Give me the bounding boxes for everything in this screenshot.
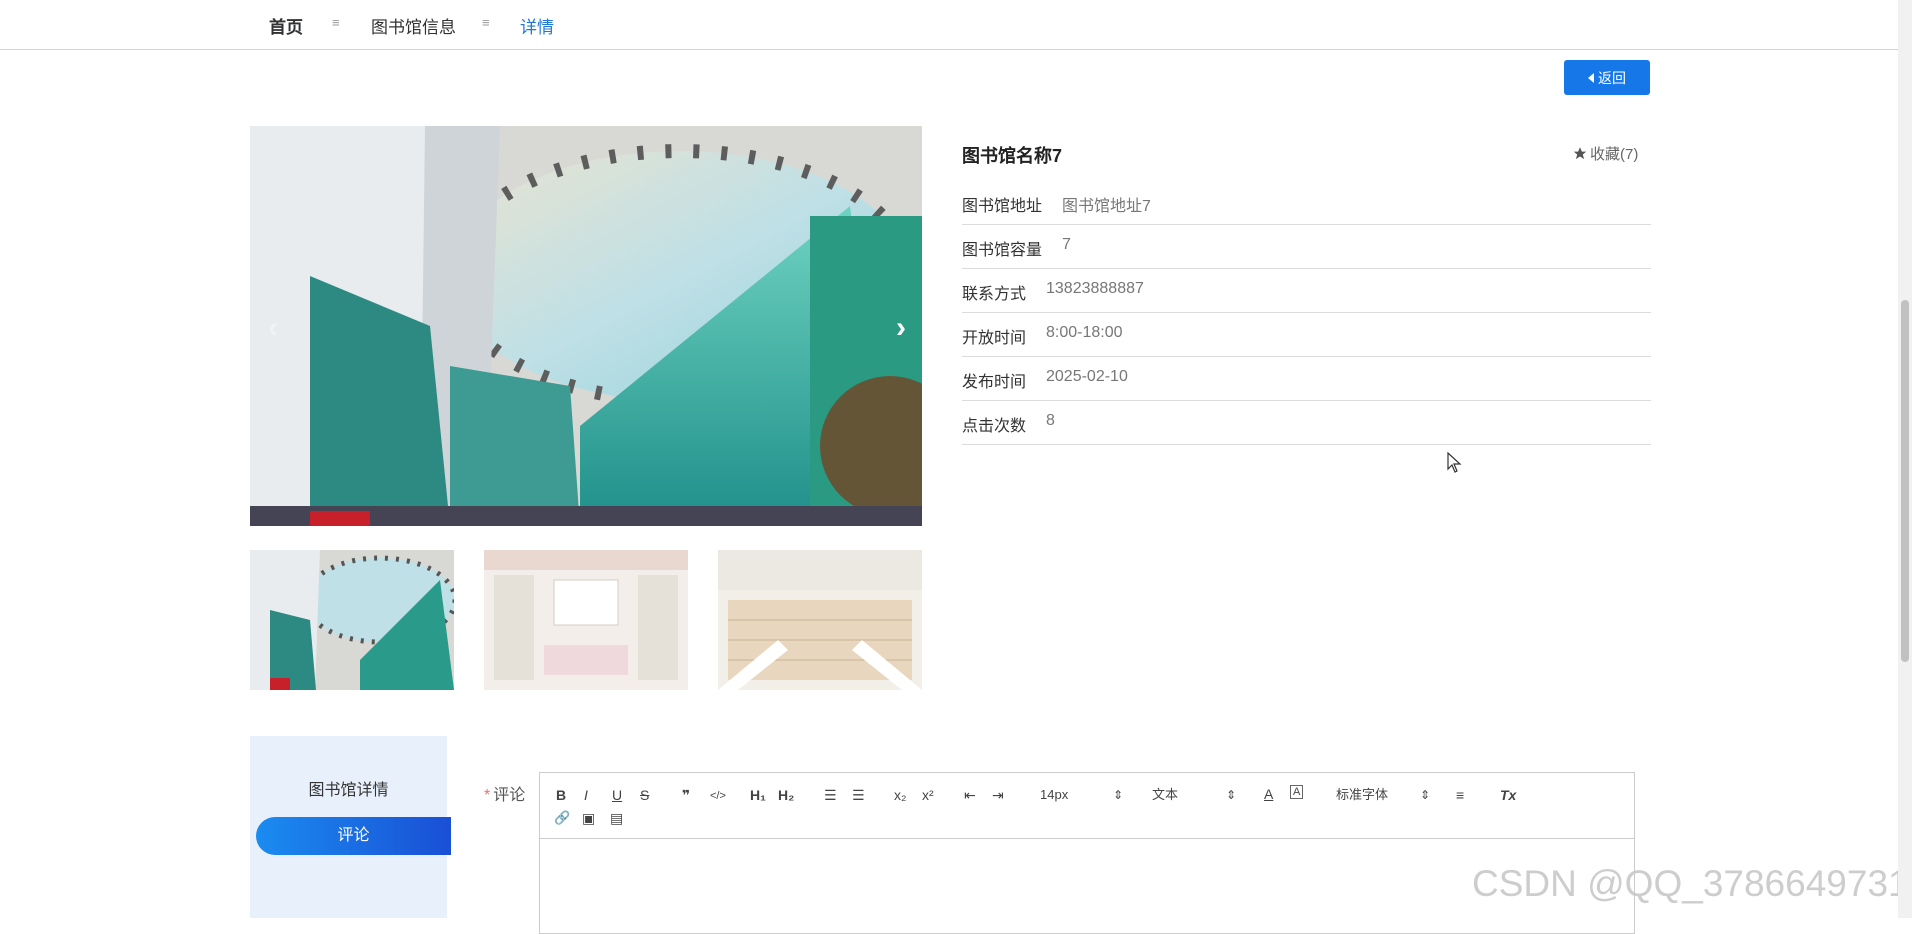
- scrollbar-thumb[interactable]: [1901, 300, 1909, 662]
- info-row-capacity: 图书馆容量 7: [962, 225, 1651, 269]
- top-nav: 首页 ≡ 图书馆信息 ≡ 详情: [0, 0, 1912, 50]
- info-value: 13823888887: [1046, 280, 1144, 297]
- info-row-contact: 联系方式 13823888887: [962, 269, 1651, 313]
- header-type-select[interactable]: 文本: [1152, 786, 1178, 804]
- font-color-button[interactable]: A: [1264, 785, 1273, 803]
- favorite-button[interactable]: 收藏(7): [1572, 143, 1638, 164]
- font-family-select[interactable]: 标准字体: [1336, 786, 1388, 804]
- page-scrollbar[interactable]: [1898, 0, 1912, 918]
- editor-content-area[interactable]: [540, 839, 1634, 933]
- breadcrumb-library-info[interactable]: 图书馆信息: [371, 13, 456, 38]
- info-row-click-count: 点击次数 8: [962, 401, 1651, 445]
- comment-label: * 评论: [484, 781, 525, 805]
- breadcrumb-current: 详情: [520, 18, 554, 37]
- strike-button[interactable]: S: [640, 786, 649, 804]
- info-label: 点击次数: [962, 418, 1027, 435]
- info-label: 开放时间: [962, 330, 1027, 347]
- tab-comment[interactable]: 评论: [256, 817, 451, 855]
- back-button-label: 返回: [1598, 69, 1626, 86]
- chevron-left-icon: ‹: [268, 311, 278, 344]
- carousel-next-button[interactable]: ›: [888, 308, 914, 348]
- ordered-list-icon[interactable]: ☰: [824, 786, 837, 804]
- header2-button[interactable]: H₂: [778, 786, 794, 804]
- italic-button[interactable]: I: [584, 786, 588, 804]
- bold-button[interactable]: B: [556, 786, 566, 804]
- comment-label-text: 评论: [493, 787, 526, 804]
- font-size-select[interactable]: 14px: [1040, 786, 1068, 804]
- info-row-open-time: 开放时间 8:00-18:00: [962, 313, 1651, 357]
- editor-toolbar: B I U S ❞ </> H₁ H₂ ☰ ☰ x₂ x² ⇤ ⇥ 14px ⇕…: [540, 773, 1634, 839]
- bullet-list-icon[interactable]: ☰: [852, 786, 865, 804]
- tab-library-detail[interactable]: 图书馆详情: [250, 776, 447, 800]
- favorite-label: 收藏(7): [1590, 146, 1639, 163]
- info-value: 2025-02-10: [1046, 368, 1128, 385]
- carousel-thumbnail[interactable]: [484, 550, 688, 690]
- info-value: 8: [1046, 412, 1055, 429]
- mouse-cursor-icon: [1447, 452, 1462, 473]
- breadcrumb-separator: ≡: [332, 15, 340, 30]
- carousel-thumbnail[interactable]: [718, 550, 922, 690]
- watermark: CSDN @QQ_3786649731: [1472, 863, 1909, 904]
- video-icon[interactable]: ▤: [610, 809, 623, 827]
- info-value: 图书馆地址7: [1062, 198, 1151, 215]
- star-icon: [1573, 147, 1587, 160]
- carousel-prev-button[interactable]: ‹: [260, 308, 286, 348]
- caret-left-icon: [1588, 72, 1594, 83]
- outdent-icon[interactable]: ⇤: [964, 786, 976, 804]
- align-icon[interactable]: ≡: [1456, 786, 1464, 804]
- info-label: 发布时间: [962, 374, 1027, 391]
- info-label: 图书馆容量: [962, 242, 1043, 259]
- breadcrumb-separator: ≡: [482, 15, 490, 30]
- info-value: 7: [1062, 236, 1071, 253]
- chevron-right-icon: ›: [896, 311, 906, 344]
- back-button[interactable]: 返回: [1564, 60, 1650, 95]
- required-mark: *: [484, 787, 491, 804]
- underline-button[interactable]: U: [612, 786, 622, 804]
- info-label: 联系方式: [962, 286, 1027, 303]
- breadcrumb-home[interactable]: 首页: [269, 13, 303, 38]
- carousel-main-image: [250, 126, 922, 526]
- detail-tabs-panel: 图书馆详情 评论: [250, 736, 451, 918]
- clean-format-button[interactable]: Tx: [1500, 786, 1516, 804]
- info-row-address: 图书馆地址 图书馆地址7: [962, 181, 1651, 225]
- info-value: 8:00-18:00: [1046, 324, 1123, 341]
- blockquote-button[interactable]: ❞: [682, 786, 690, 804]
- image-icon[interactable]: ▣: [582, 809, 595, 827]
- header1-button[interactable]: H₁: [750, 786, 766, 804]
- library-title: 图书馆名称7: [962, 146, 1063, 166]
- link-icon[interactable]: 🔗: [554, 809, 570, 827]
- carousel-thumbnail[interactable]: [250, 550, 454, 690]
- select-arrows-icon: ⇕: [1420, 788, 1431, 802]
- info-row-publish-time: 发布时间 2025-02-10: [962, 357, 1651, 401]
- background-color-button[interactable]: A: [1290, 785, 1304, 799]
- superscript-button[interactable]: x²: [922, 786, 934, 804]
- select-arrows-icon: ⇕: [1113, 788, 1124, 802]
- select-arrows-icon: ⇕: [1226, 788, 1237, 802]
- info-label: 图书馆地址: [962, 198, 1043, 215]
- code-block-button[interactable]: </>: [710, 787, 726, 805]
- subscript-button[interactable]: x₂: [894, 786, 906, 804]
- comment-editor: B I U S ❞ </> H₁ H₂ ☰ ☰ x₂ x² ⇤ ⇥ 14px ⇕…: [539, 772, 1635, 934]
- indent-icon[interactable]: ⇥: [992, 786, 1004, 804]
